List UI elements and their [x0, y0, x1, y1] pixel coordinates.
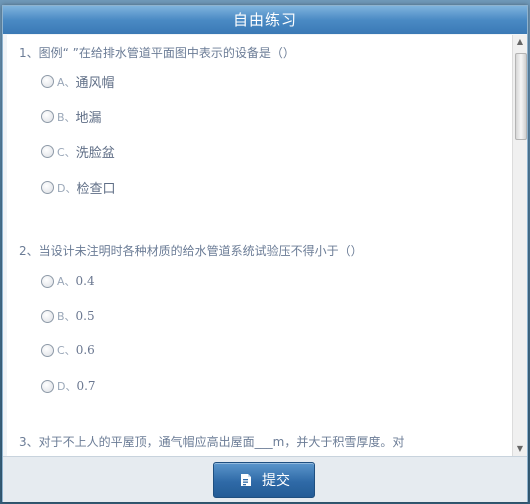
- option-1b[interactable]: B、 地漏: [41, 107, 102, 126]
- option-text: 0.5: [75, 309, 95, 323]
- option-text: 通风帽: [75, 76, 115, 91]
- option-letter: D、: [57, 380, 77, 393]
- question-list[interactable]: 1、图例“ ”在给排水管道平面图中表示的设备是（） A、 通风帽 B、 地漏 C…: [7, 35, 512, 456]
- radio-icon[interactable]: [41, 379, 54, 393]
- practice-dialog: 自由练习 1、图例“ ”在给排水管道平面图中表示的设备是（） A、 通风帽 B、…: [2, 5, 528, 502]
- option-letter: C、: [57, 145, 76, 159]
- option-2a[interactable]: A、 0.4: [41, 273, 95, 289]
- option-2c[interactable]: C、 0.6: [41, 342, 95, 358]
- scroll-up-arrow-icon[interactable]: ▲: [513, 35, 527, 49]
- option-letter: A、: [57, 275, 76, 288]
- question-stem: 2、当设计未注明时各种材质的给水管道系统试验压不得小于（）: [19, 244, 363, 258]
- dialog-title: 自由练习: [3, 6, 527, 34]
- radio-icon[interactable]: [41, 75, 54, 88]
- option-text: 检查口: [76, 182, 116, 197]
- option-text: 0.6: [75, 343, 95, 357]
- question-stem: 3、对于不上人的平屋顶，通气帽应高出屋面___m，并大于积雪厚度。对: [19, 435, 405, 449]
- dialog-footer: 提交: [3, 456, 527, 502]
- option-text: 0.7: [76, 379, 96, 393]
- option-letter: B、: [57, 310, 76, 323]
- option-1c[interactable]: C、 洗脸盆: [41, 142, 115, 161]
- vertical-scrollbar[interactable]: ▲ ▼: [512, 35, 527, 456]
- option-letter: D、: [57, 181, 77, 195]
- radio-icon[interactable]: [41, 110, 54, 123]
- option-1d[interactable]: D、 检查口: [41, 178, 116, 197]
- option-2d[interactable]: D、 0.7: [41, 378, 96, 394]
- question-stem: 1、图例“ ”在给排水管道平面图中表示的设备是（）: [19, 46, 295, 60]
- radio-icon[interactable]: [41, 274, 54, 288]
- radio-icon[interactable]: [41, 181, 54, 194]
- submit-button[interactable]: 提交: [213, 462, 315, 498]
- option-text: 洗脸盆: [75, 146, 115, 161]
- scroll-down-arrow-icon[interactable]: ▼: [513, 442, 527, 456]
- option-2b[interactable]: B、 0.5: [41, 308, 95, 324]
- option-text: 地漏: [75, 111, 102, 126]
- submit-document-icon: [241, 474, 251, 486]
- option-text: 0.4: [75, 274, 95, 288]
- radio-icon[interactable]: [41, 145, 54, 158]
- option-1a[interactable]: A、 通风帽: [41, 72, 115, 91]
- scroll-thumb[interactable]: [515, 53, 527, 140]
- radio-icon[interactable]: [41, 343, 54, 357]
- option-letter: A、: [57, 75, 76, 89]
- submit-label: 提交: [262, 473, 290, 489]
- option-letter: B、: [57, 110, 76, 124]
- radio-icon[interactable]: [41, 309, 54, 323]
- option-letter: C、: [57, 344, 76, 357]
